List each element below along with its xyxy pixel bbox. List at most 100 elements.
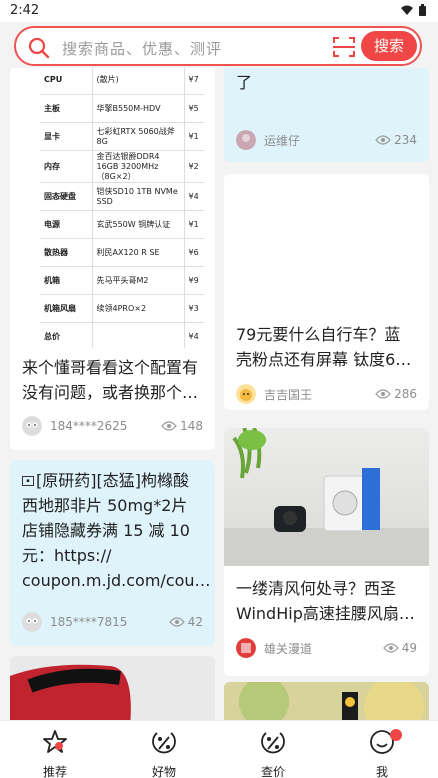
spec-cell-v: 利民AX120 R SE bbox=[91, 238, 185, 267]
spec-cell-v: 续领4PRO×2 bbox=[91, 294, 185, 323]
discount-icon bbox=[152, 732, 176, 754]
spec-cell-p: ¥6 bbox=[184, 238, 204, 267]
author-name: 吉吉国王 bbox=[264, 387, 313, 402]
avatar bbox=[236, 384, 256, 404]
spec-cell-k: 固态硬盘 bbox=[40, 182, 92, 211]
spec-cell-k: 显卡 bbox=[40, 122, 92, 151]
spec-cell-v bbox=[91, 322, 185, 348]
view-count: 286 bbox=[375, 387, 417, 401]
eye-icon bbox=[168, 617, 185, 627]
avatar bbox=[22, 416, 42, 436]
post-title: ▪ [原研药][态猛]枸橼酸 西地那非片 50mg*2片 店铺隐藏券满 15 减… bbox=[22, 471, 211, 590]
eye-icon bbox=[382, 643, 399, 653]
spec-cell-p: ¥4 bbox=[184, 322, 204, 348]
post-image bbox=[224, 174, 429, 314]
spec-row: 机箱风扇 续领4PRO×2 ¥3 bbox=[40, 294, 204, 323]
tab-price-check[interactable]: 查价 bbox=[243, 727, 303, 778]
post-title: 来个懂哥看看这个配置有 没有问题，或者换那个… bbox=[22, 358, 199, 402]
search-button[interactable]: 搜索 bbox=[361, 31, 417, 61]
spec-cell-p: ¥5 bbox=[184, 94, 204, 123]
wifi-icon bbox=[401, 5, 413, 15]
post-author[interactable]: 185****7815 bbox=[22, 612, 127, 632]
view-count: 49 bbox=[382, 641, 417, 655]
view-count: 42 bbox=[168, 615, 203, 629]
bottom-tab-bar: 推荐 好物 查价 我 bbox=[0, 720, 438, 778]
post-author[interactable]: 吉吉国王 bbox=[236, 384, 312, 404]
post-title: 了 bbox=[236, 73, 253, 92]
post-author[interactable]: 运维仔 bbox=[236, 130, 300, 150]
eye-icon bbox=[161, 421, 177, 431]
spec-cell-k: 机箱风扇 bbox=[40, 294, 92, 323]
post-card-coupon[interactable]: ▪ [原研药][态猛]枸橼酸 西地那非片 50mg*2片 店铺隐藏券满 15 减… bbox=[10, 460, 215, 646]
spec-cell-v: 先马平头哥M2 bbox=[91, 266, 185, 295]
spec-cell-p: ¥3 bbox=[184, 294, 204, 323]
spec-row: 主板 华擎B550M-HDV ¥5 bbox=[40, 94, 204, 123]
post-author[interactable]: 雄关漫道 bbox=[236, 638, 312, 658]
spec-cell-k: CPU bbox=[40, 68, 92, 95]
eye-icon bbox=[375, 389, 391, 399]
post-card-headphone[interactable] bbox=[10, 656, 215, 720]
post-card-pc-config[interactable]: CPU (散片) ¥7 主板 华擎B550M-HDV ¥5 显卡 七彩虹RTX 5060战斧 … bbox=[10, 68, 215, 450]
status-time: 2:42 bbox=[10, 3, 40, 18]
product-photo bbox=[224, 428, 429, 566]
author-name: 雄关漫道 bbox=[264, 641, 313, 656]
spec-cell-k: 机箱 bbox=[40, 266, 92, 295]
status-bar: 2:42 bbox=[0, 0, 438, 22]
discount-icon bbox=[261, 732, 285, 754]
spec-cell-p: ¥1 bbox=[184, 122, 204, 151]
spec-row: 总价 ¥4 bbox=[40, 322, 204, 348]
author-name: 185****7815 bbox=[50, 615, 128, 629]
avatar bbox=[236, 130, 256, 150]
post-image bbox=[224, 428, 429, 566]
spec-row: 机箱 先马平头哥M2 ¥9 bbox=[40, 266, 204, 295]
post-image bbox=[224, 682, 429, 720]
scan-icon[interactable] bbox=[332, 36, 356, 58]
view-count: 148 bbox=[161, 419, 203, 433]
spec-cell-p: ¥7 bbox=[184, 68, 204, 95]
battery-icon bbox=[419, 4, 426, 16]
spec-cell-k: 主板 bbox=[40, 94, 92, 123]
spec-row: 电源 玄武550W 铜牌认证 ¥1 bbox=[40, 210, 204, 239]
gift-icon: ▪ bbox=[22, 475, 34, 486]
spec-cell-v: 金百达银爵DDR4 16GB 3200MHz（8G×2） bbox=[91, 150, 185, 183]
avatar bbox=[236, 638, 256, 658]
post-author[interactable]: 184****2625 bbox=[22, 416, 127, 436]
spec-row: 显卡 七彩虹RTX 5060战斧 8G ¥1 bbox=[40, 122, 204, 151]
spec-row: 散热器 利民AX120 R SE ¥6 bbox=[40, 238, 204, 267]
search-bar[interactable]: 搜索商品、优惠、测评 搜索 bbox=[14, 26, 422, 66]
author-name: 184****2625 bbox=[50, 419, 128, 433]
spec-cell-v: 铠侠SD10 1TB NVMe SSD bbox=[91, 182, 185, 211]
post-card-fan[interactable]: 一缕清风何处寻？西圣 WindHip高速挂腰风扇… 雄关漫道 49 bbox=[224, 428, 429, 676]
search-icon bbox=[28, 37, 50, 59]
spec-cell-k: 电源 bbox=[40, 210, 92, 239]
tab-me[interactable]: 我 bbox=[352, 727, 412, 778]
view-count: 234 bbox=[375, 133, 417, 147]
post-title: 一缕清风何处寻？西圣 WindHip高速挂腰风扇… bbox=[236, 579, 415, 623]
spec-cell-v: (散片) bbox=[91, 68, 185, 95]
spec-cell-p: ¥4 bbox=[184, 182, 204, 211]
spec-cell-p: ¥9 bbox=[184, 266, 204, 295]
spec-cell-v: 华擎B550M-HDV bbox=[91, 94, 185, 123]
spec-cell-k: 散热器 bbox=[40, 238, 92, 267]
post-card-light[interactable] bbox=[224, 682, 429, 720]
spec-cell-p: ¥2 bbox=[184, 150, 204, 183]
post-image bbox=[10, 656, 215, 720]
tab-recommend[interactable]: 推荐 bbox=[25, 727, 85, 778]
notification-badge bbox=[390, 729, 402, 741]
spec-row: 内存 金百达银爵DDR4 16GB 3200MHz（8G×2） ¥2 bbox=[40, 150, 204, 183]
tab-goods[interactable]: 好物 bbox=[134, 727, 194, 778]
search-input[interactable]: 搜索商品、优惠、测评 bbox=[62, 38, 222, 59]
spec-cell-k: 总价 bbox=[40, 322, 92, 348]
spec-cell-k: 内存 bbox=[40, 150, 92, 183]
avatar bbox=[22, 612, 42, 632]
post-card-bike[interactable]: 79元要什么自行车？蓝 壳粉点还有屏幕 钛度6… 吉吉国王 286 bbox=[224, 174, 429, 410]
post-card-ops[interactable]: 了 运维仔 234 bbox=[224, 68, 429, 162]
spec-row: CPU (散片) ¥7 bbox=[40, 68, 204, 95]
author-name: 运维仔 bbox=[264, 133, 301, 148]
feed[interactable]: CPU (散片) ¥7 主板 华擎B550M-HDV ¥5 显卡 七彩虹RTX 5060战斧 … bbox=[0, 68, 438, 720]
status-icons bbox=[401, 4, 426, 16]
star-icon bbox=[43, 730, 67, 753]
spec-row: 固态硬盘 铠侠SD10 1TB NVMe SSD ¥4 bbox=[40, 182, 204, 211]
spec-cell-p: ¥1 bbox=[184, 210, 204, 239]
spec-table-image: CPU (散片) ¥7 主板 华擎B550M-HDV ¥5 显卡 七彩虹RTX 5060战斧 … bbox=[40, 68, 215, 348]
